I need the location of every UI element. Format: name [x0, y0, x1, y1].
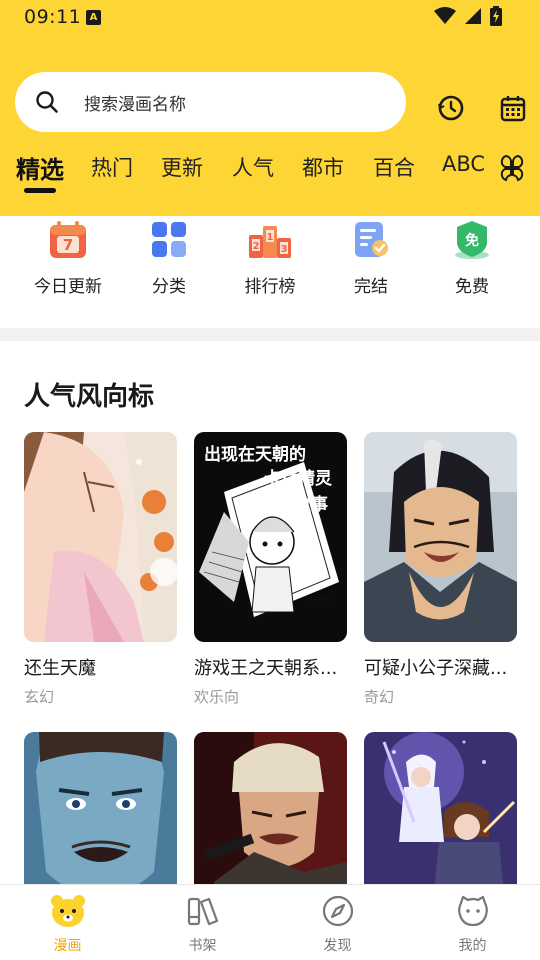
svg-text:故事: 故事: [294, 494, 328, 515]
svg-text:1: 1: [267, 232, 274, 243]
shortcut-label: 排行榜: [244, 277, 296, 297]
shortcut-label: 分类: [152, 277, 186, 297]
nav-comics[interactable]: 漫画: [0, 885, 135, 960]
tab-active-indicator: [24, 188, 56, 193]
bear-face-icon: [51, 895, 85, 927]
completed-doc-icon: [355, 222, 388, 257]
section-divider: [0, 328, 540, 341]
status-bar: 09:11 A: [0, 0, 540, 36]
bottom-navigation: 漫画 书架 发现 我的: [0, 884, 540, 960]
category-tabs: 精选 热门 更新 人气 都市 百合 ABC: [0, 146, 540, 206]
wifi-icon: [434, 7, 456, 24]
nav-bookshelf[interactable]: 书架: [135, 885, 270, 960]
more-categories-icon[interactable]: [498, 154, 526, 182]
tab-featured[interactable]: 精选: [16, 150, 64, 185]
tab-yuri[interactable]: 百合: [373, 152, 415, 182]
nav-label: 书架: [188, 938, 217, 954]
svg-text:卡片精灵: 卡片精灵: [264, 468, 333, 489]
svg-text:出现在天朝的: 出现在天朝的: [204, 444, 306, 465]
calendar-icon[interactable]: [500, 94, 526, 122]
comic-cover-image: [24, 432, 177, 642]
nav-label: 发现: [323, 938, 352, 954]
shortcut-row: 7 今日更新 分类 213 排行榜 完结 免 免费: [0, 216, 540, 328]
section-title: 人气风向标: [24, 382, 155, 412]
shortcut-label: 完结: [354, 277, 388, 297]
smiley-face-icon: [458, 895, 488, 927]
tab-updated[interactable]: 更新: [161, 152, 203, 182]
calendar-7-icon: 7: [50, 221, 86, 258]
tab-hot[interactable]: 热门: [91, 152, 133, 182]
search-input[interactable]: 搜索漫画名称: [15, 72, 406, 132]
category-grid-icon: [152, 222, 186, 257]
search-placeholder: 搜索漫画名称: [84, 95, 186, 115]
nav-label: 我的: [458, 938, 487, 954]
comic-card[interactable]: [194, 732, 347, 942]
compass-icon: [322, 895, 354, 927]
shortcut-category[interactable]: 分类: [119, 216, 219, 312]
comic-genre: 欢乐向: [194, 688, 240, 706]
tab-popular[interactable]: 人气: [232, 152, 274, 182]
comic-card[interactable]: [24, 732, 177, 942]
svg-text:魔力棕洞: 魔力棕洞: [304, 596, 336, 606]
tab-urban[interactable]: 都市: [302, 152, 344, 182]
svg-text:7: 7: [63, 236, 73, 254]
comic-title: 还生天魔: [24, 658, 96, 679]
shortcut-today-update[interactable]: 7 今日更新: [18, 216, 118, 312]
podium-icon: 213: [249, 226, 291, 258]
comic-card[interactable]: 还生天魔 玄幻: [24, 432, 177, 712]
app-header: 09:11 A 搜索漫画名称 精选 热门 更新 人气 都市 百合 ABC: [0, 0, 540, 216]
status-icons: [434, 6, 502, 26]
shortcut-label: 免费: [455, 277, 489, 297]
comic-card[interactable]: 出现在天朝的 卡片精灵 故事 魔力棕洞 游戏王之天朝系... 欢乐向: [194, 432, 347, 712]
bookshelf-icon: [187, 897, 219, 926]
status-time: 09:11: [24, 6, 82, 28]
svg-text:2: 2: [253, 241, 260, 252]
nav-label: 漫画: [53, 938, 82, 954]
nav-profile[interactable]: 我的: [405, 885, 540, 960]
nav-discover[interactable]: 发现: [270, 885, 405, 960]
comic-title: 游戏王之天朝系...: [194, 658, 338, 679]
comic-cover-image: [364, 432, 517, 642]
signal-icon: [465, 8, 481, 24]
shortcut-ranking[interactable]: 213 排行榜: [220, 216, 320, 312]
tab-abc[interactable]: ABC: [442, 152, 485, 176]
comic-genre: 玄幻: [24, 688, 55, 706]
shortcut-completed[interactable]: 完结: [321, 216, 421, 312]
svg-text:免: 免: [465, 232, 479, 249]
comic-cover-image: 出现在天朝的 卡片精灵 故事 魔力棕洞: [194, 432, 347, 642]
shortcut-free[interactable]: 免 免费: [422, 216, 522, 312]
svg-text:3: 3: [281, 244, 288, 255]
shortcut-label: 今日更新: [34, 277, 102, 297]
notification-a-icon: A: [86, 10, 101, 25]
history-clock-icon[interactable]: [436, 93, 466, 123]
search-icon: [36, 91, 58, 113]
comic-card[interactable]: [364, 732, 517, 942]
comic-card[interactable]: 可疑小公子深藏... 奇幻: [364, 432, 517, 712]
comic-genre: 奇幻: [364, 688, 395, 706]
free-shield-icon: 免: [455, 221, 489, 259]
battery-icon: [490, 6, 502, 26]
comic-title: 可疑小公子深藏...: [364, 658, 508, 679]
